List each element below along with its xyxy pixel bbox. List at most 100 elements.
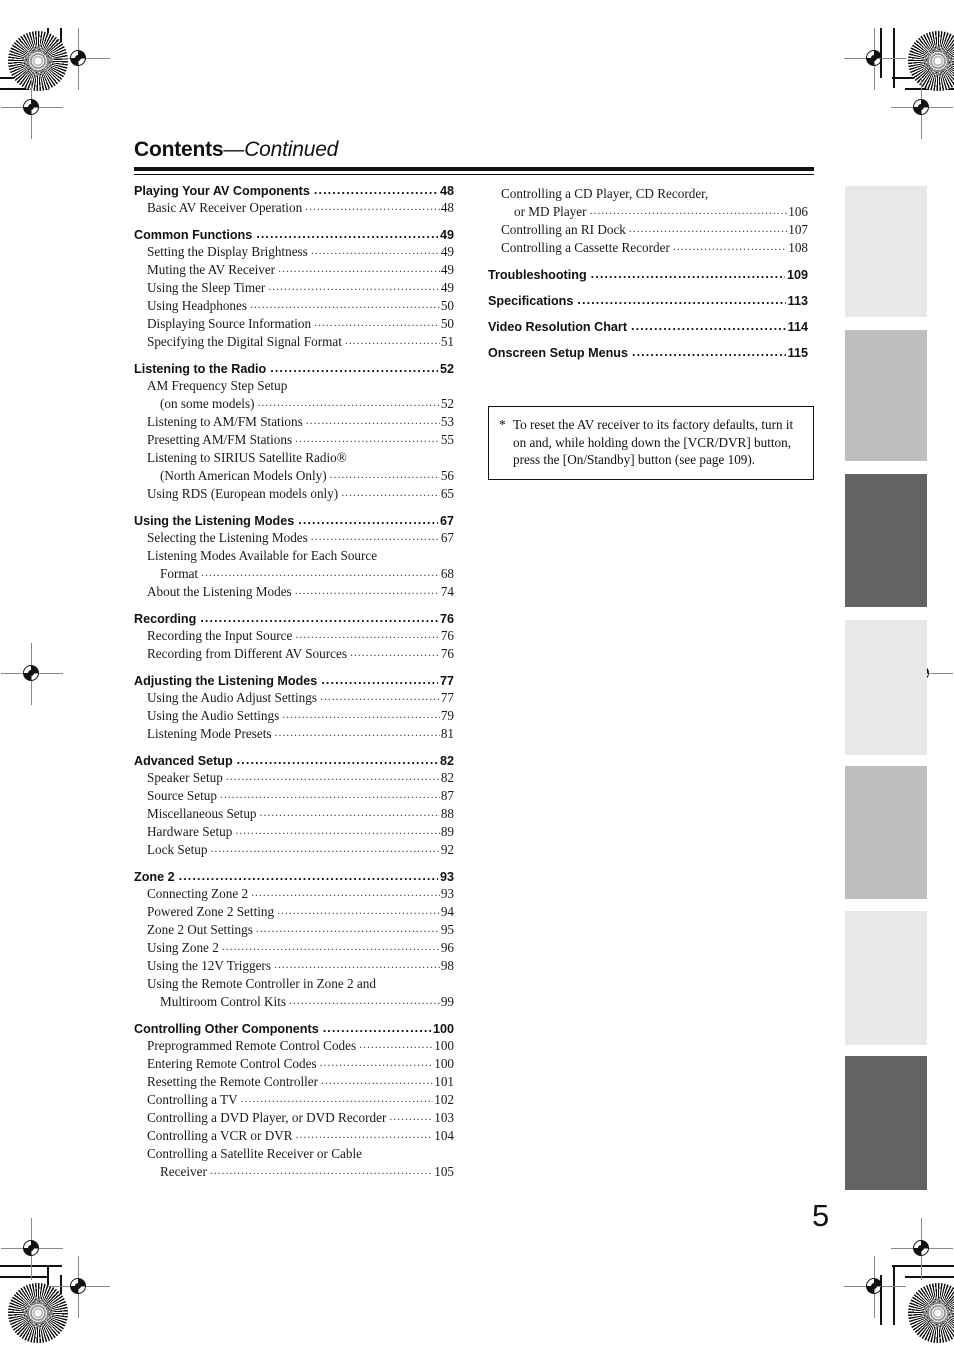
toc-sub-entry[interactable]: About the Listening Modes...............… — [134, 583, 454, 600]
toc-sub-entry[interactable]: Receiver................................… — [134, 1163, 454, 1180]
toc-page-number: 109 — [786, 268, 808, 282]
registration-mark-top-right — [844, 28, 906, 90]
toc-sub-entry[interactable]: Zone 2 Out Settings.....................… — [134, 921, 454, 938]
toc-sub-entry[interactable]: Displaying Source Information...........… — [134, 315, 454, 332]
toc-sub-entry[interactable]: Using RDS (European models only)........… — [134, 485, 454, 502]
toc-leader-dots: ........................................… — [277, 903, 440, 917]
toc-entry-label: Using Headphones — [147, 298, 247, 313]
toc-leader-dots: ........................................… — [225, 769, 440, 783]
toc-sub-entry[interactable]: Using the Audio Settings................… — [134, 707, 454, 724]
toc-sub-entry[interactable]: Controlling an RI Dock..................… — [488, 221, 808, 238]
toc-sub-entry[interactable]: Controlling a VCR or DVR................… — [134, 1127, 454, 1144]
toc-sub-entry[interactable]: (North American Models Only)............… — [134, 467, 454, 484]
toc-leader-dots: ........................................… — [250, 297, 440, 311]
toc-sub-entry[interactable]: (on some models)........................… — [134, 395, 454, 412]
toc-page-number: 114 — [787, 320, 808, 334]
toc-sub-entry[interactable]: Muting the AV Receiver..................… — [134, 261, 454, 278]
note-asterisk: * — [499, 417, 506, 432]
toc-sub-entry[interactable]: Listening Modes Available for Each Sourc… — [134, 548, 454, 564]
toc-sub-entry[interactable]: Using Zone 2............................… — [134, 939, 454, 956]
toc-sub-entry[interactable]: Presetting AM/FM Stations...............… — [134, 431, 454, 448]
toc-sub-entry[interactable]: Selecting the Listening Modes...........… — [134, 529, 454, 546]
toc-leader-dots: ........................................… — [310, 243, 440, 257]
toc-entry-label: Resetting the Remote Controller — [147, 1074, 319, 1089]
toc-entry-label: Common Functions — [134, 228, 253, 242]
toc-sub-entry[interactable]: Specifying the Digital Signal Format....… — [134, 333, 454, 350]
toc-page-number: 49 — [440, 280, 454, 295]
toc-sub-entry[interactable]: or MD Player............................… — [488, 203, 808, 220]
toc-section-entry[interactable]: Playing Your AV Components..............… — [134, 183, 454, 198]
color-burst-target-bottom-right — [908, 1283, 954, 1343]
toc-leader-dots: ........................................… — [259, 805, 440, 819]
toc-entry-label: Format — [160, 566, 199, 581]
toc-sub-entry[interactable]: Lock Setup..............................… — [134, 841, 454, 858]
toc-page-number: 77 — [440, 690, 454, 705]
toc-sub-entry[interactable]: Controlling a CD Player, CD Recorder,...… — [488, 186, 808, 202]
toc-sub-entry[interactable]: Listening to AM/FM Stations.............… — [134, 413, 454, 430]
toc-sub-entry[interactable]: AM Frequency Step Setup.................… — [134, 378, 454, 394]
toc-entry-label: Zone 2 — [134, 870, 175, 884]
toc-section-entry[interactable]: Adjusting the Listening Modes...........… — [134, 673, 454, 688]
toc-sub-entry[interactable]: Entering Remote Control Codes...........… — [134, 1055, 454, 1072]
toc-section-entry[interactable]: Listening to the Radio..................… — [134, 361, 454, 376]
toc-entry-label: Onscreen Setup Menus — [488, 346, 628, 360]
toc-sub-entry[interactable]: Format..................................… — [134, 565, 454, 582]
toc-sub-entry[interactable]: Controlling a DVD Player, or DVD Recorde… — [134, 1109, 454, 1126]
page-title-continued: —Continued — [223, 138, 339, 161]
toc-sub-entry[interactable]: Setting the Display Brightness..........… — [134, 243, 454, 260]
toc-entry-label: Controlling a DVD Player, or DVD Recorde… — [147, 1110, 387, 1125]
toc-section-entry[interactable]: Controlling Other Components............… — [134, 1021, 454, 1036]
toc-page-number: 103 — [434, 1110, 454, 1125]
toc-section-entry[interactable]: Common Functions........................… — [134, 227, 454, 242]
page-title-main: Contents — [134, 138, 224, 161]
toc-page-number: 76 — [439, 612, 454, 626]
toc-section-entry[interactable]: Video Resolution Chart..................… — [488, 319, 808, 334]
toc-page-number: 100 — [434, 1038, 454, 1053]
toc-section-entry[interactable]: Zone 2..................................… — [134, 869, 454, 884]
toc-entry-label: Entering Remote Control Codes — [147, 1056, 317, 1071]
toc-sub-entry[interactable]: Using the Audio Adjust Settings.........… — [134, 689, 454, 706]
toc-sub-entry[interactable]: Preprogrammed Remote Control Codes......… — [134, 1037, 454, 1054]
toc-sub-entry[interactable]: Controlling a TV........................… — [134, 1091, 454, 1108]
toc-section-entry[interactable]: Specifications..........................… — [488, 293, 808, 308]
thumb-index-tab-5 — [845, 766, 927, 899]
toc-leader-dots: ........................................… — [201, 565, 440, 579]
toc-sub-entry[interactable]: Source Setup............................… — [134, 787, 454, 804]
toc-entry-label: Basic AV Receiver Operation — [147, 200, 303, 215]
toc-sub-entry[interactable]: Hardware Setup..........................… — [134, 823, 454, 840]
toc-section-entry[interactable]: Advanced Setup..........................… — [134, 753, 454, 768]
toc-sub-entry[interactable]: Using the Sleep Timer...................… — [134, 279, 454, 296]
note-text: To reset the AV receiver to its factory … — [513, 417, 794, 467]
toc-leader-dots: ........................................… — [270, 361, 438, 375]
toc-page-number: 53 — [440, 414, 454, 429]
toc-sub-entry[interactable]: Multiroom Control Kits..................… — [134, 993, 454, 1010]
toc-section-entry[interactable]: Troubleshooting.........................… — [488, 267, 808, 282]
toc-sub-entry[interactable]: Controlling a Cassette Recorder.........… — [488, 239, 808, 256]
toc-sub-entry[interactable]: Basic AV Receiver Operation.............… — [134, 199, 454, 216]
toc-section-entry[interactable]: Recording...............................… — [134, 611, 454, 626]
toc-sub-entry[interactable]: Using the 12V Triggers..................… — [134, 957, 454, 974]
toc-sub-entry[interactable]: Speaker Setup...........................… — [134, 769, 454, 786]
toc-sub-entry[interactable]: Miscellaneous Setup.....................… — [134, 805, 454, 822]
toc-section-entry[interactable]: Using the Listening Modes...............… — [134, 513, 454, 528]
toc-entry-label: Multiroom Control Kits — [160, 994, 287, 1009]
toc-leader-dots: ........................................… — [289, 993, 440, 1007]
toc-sub-entry[interactable]: Listening to SIRIUS Satellite Radio®....… — [134, 450, 454, 466]
toc-sub-entry[interactable]: Using the Remote Controller in Zone 2 an… — [134, 976, 454, 992]
toc-section-entry[interactable]: Onscreen Setup Menus....................… — [488, 345, 808, 360]
toc-entry-label: Using the Listening Modes — [134, 514, 295, 528]
toc-entry-label: Zone 2 Out Settings — [147, 922, 253, 937]
toc-leader-dots: ........................................… — [320, 689, 440, 703]
toc-sub-entry[interactable]: Recording from Different AV Sources.....… — [134, 645, 454, 662]
toc-leader-dots: ........................................… — [349, 645, 440, 659]
toc-sub-entry[interactable]: Resetting the Remote Controller.........… — [134, 1073, 454, 1090]
toc-leader-dots: ........................................… — [310, 529, 440, 543]
toc-sub-entry[interactable]: Recording the Input Source..............… — [134, 627, 454, 644]
toc-sub-entry[interactable]: Connecting Zone 2.......................… — [134, 885, 454, 902]
toc-sub-entry[interactable]: Powered Zone 2 Setting..................… — [134, 903, 454, 920]
toc-sub-entry[interactable]: Listening Mode Presets..................… — [134, 725, 454, 742]
toc-page-number: 98 — [440, 958, 454, 973]
thumb-index-tab-4 — [845, 620, 927, 755]
toc-sub-entry[interactable]: Using Headphones........................… — [134, 297, 454, 314]
toc-sub-entry[interactable]: Controlling a Satellite Receiver or Cabl… — [134, 1146, 454, 1162]
